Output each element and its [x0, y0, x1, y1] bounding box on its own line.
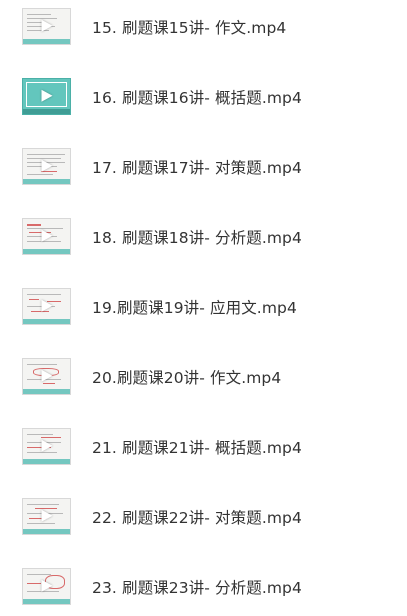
video-thumbnail[interactable]: [22, 358, 71, 395]
file-name[interactable]: 21. 刷题课21讲- 概括题.mp4: [92, 436, 302, 458]
file-item-18[interactable]: 18. 刷题课18讲- 分析题.mp4: [0, 214, 407, 258]
file-item-19[interactable]: 19.刷题课19讲- 应用文.mp4: [0, 284, 407, 328]
file-item-15[interactable]: 15. 刷题课15讲- 作文.mp4: [0, 4, 407, 48]
video-thumbnail[interactable]: [22, 218, 71, 255]
video-thumbnail[interactable]: [22, 498, 71, 535]
file-name[interactable]: 19.刷题课19讲- 应用文.mp4: [92, 296, 297, 318]
video-thumbnail[interactable]: [22, 78, 71, 115]
play-icon: [41, 19, 52, 32]
play-icon: [41, 299, 52, 312]
play-icon: [41, 159, 52, 172]
file-name[interactable]: 18. 刷题课18讲- 分析题.mp4: [92, 226, 302, 248]
play-icon: [41, 439, 52, 452]
video-file-list: 15. 刷题课15讲- 作文.mp4 16. 刷题课16讲- 概括题.mp4 1…: [0, 0, 407, 616]
file-name[interactable]: 17. 刷题课17讲- 对策题.mp4: [92, 156, 302, 178]
file-name[interactable]: 16. 刷题课16讲- 概括题.mp4: [92, 86, 302, 108]
file-name[interactable]: 15. 刷题课15讲- 作文.mp4: [92, 16, 286, 38]
video-thumbnail[interactable]: [22, 148, 71, 185]
file-item-21[interactable]: 21. 刷题课21讲- 概括题.mp4: [0, 424, 407, 468]
play-icon: [41, 369, 52, 382]
video-thumbnail[interactable]: [22, 568, 71, 605]
video-thumbnail[interactable]: [22, 428, 71, 465]
file-item-17[interactable]: 17. 刷题课17讲- 对策题.mp4: [0, 144, 407, 188]
file-item-16[interactable]: 16. 刷题课16讲- 概括题.mp4: [0, 74, 407, 118]
file-name[interactable]: 22. 刷题课22讲- 对策题.mp4: [92, 506, 302, 528]
file-item-22[interactable]: 22. 刷题课22讲- 对策题.mp4: [0, 494, 407, 538]
play-icon: [41, 229, 52, 242]
video-thumbnail[interactable]: [22, 288, 71, 325]
file-name[interactable]: 23. 刷题课23讲- 分析题.mp4: [92, 576, 302, 598]
video-thumbnail[interactable]: [22, 8, 71, 45]
play-icon: [41, 509, 52, 522]
play-icon: [41, 89, 52, 102]
file-name[interactable]: 20.刷题课20讲- 作文.mp4: [92, 366, 281, 388]
file-item-23[interactable]: 23. 刷题课23讲- 分析题.mp4: [0, 564, 407, 608]
file-item-20[interactable]: 20.刷题课20讲- 作文.mp4: [0, 354, 407, 398]
play-icon: [41, 579, 52, 592]
